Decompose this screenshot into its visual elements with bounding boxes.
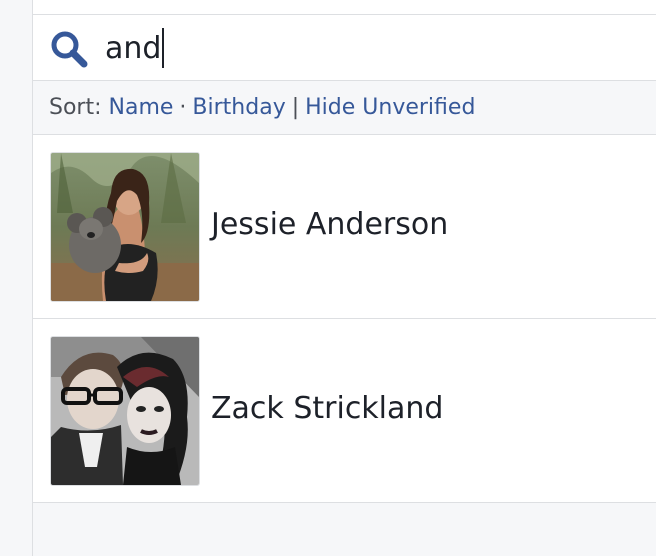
results-list: Jessie Anderson Zack Strickland bbox=[33, 135, 656, 503]
search-icon[interactable] bbox=[49, 29, 89, 69]
search-input[interactable]: and bbox=[105, 25, 625, 71]
search-input-value: and bbox=[105, 30, 162, 66]
hide-unverified-link[interactable]: Hide Unverified bbox=[305, 95, 475, 120]
sort-label: Sort: bbox=[49, 95, 102, 120]
left-rail bbox=[0, 0, 33, 556]
sort-divider: | bbox=[291, 95, 300, 120]
avatar[interactable] bbox=[50, 152, 200, 302]
friend-search-panel: and Sort: Name · Birthday | Hide Unverif… bbox=[33, 0, 656, 556]
result-row-zack-strickland[interactable]: Zack Strickland bbox=[33, 319, 656, 503]
footer-area bbox=[33, 503, 656, 556]
person-name[interactable]: Jessie Anderson bbox=[211, 207, 448, 242]
sort-by-name-link[interactable]: Name bbox=[109, 95, 174, 120]
text-caret bbox=[162, 28, 165, 68]
avatar[interactable] bbox=[50, 336, 200, 486]
search-bar: and bbox=[33, 15, 656, 81]
person-name[interactable]: Zack Strickland bbox=[211, 391, 443, 426]
sort-bullet: · bbox=[179, 95, 187, 120]
sort-bar: Sort: Name · Birthday | Hide Unverified bbox=[33, 81, 656, 135]
result-row-jessie-anderson[interactable]: Jessie Anderson bbox=[33, 135, 656, 319]
sort-by-birthday-link[interactable]: Birthday bbox=[192, 95, 285, 120]
top-strip bbox=[33, 0, 656, 15]
